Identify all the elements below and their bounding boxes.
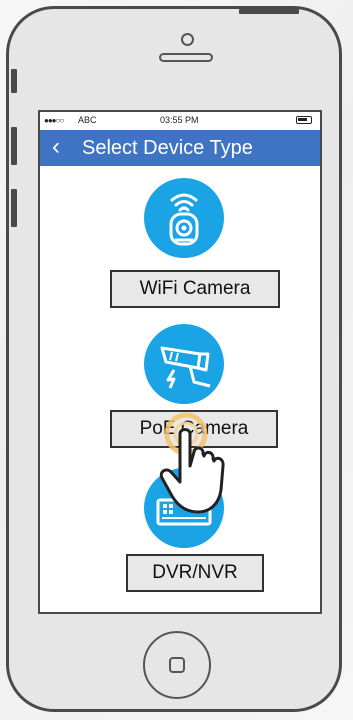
battery-icon — [296, 116, 312, 124]
front-camera — [181, 33, 194, 46]
chevron-left-icon[interactable]: ‹ — [52, 133, 60, 161]
mute-switch — [11, 69, 17, 93]
signal-strength-icon: ●●●○○ — [44, 116, 64, 125]
navigation-bar: ‹ Select Device Type — [40, 130, 320, 166]
carrier-name: ABC — [78, 115, 97, 125]
cctv-camera-icon[interactable] — [144, 324, 224, 404]
speaker-grille — [159, 53, 213, 62]
wifi-camera-icon[interactable] — [144, 178, 224, 258]
power-button — [239, 9, 299, 14]
phone-screen: ●●●○○ ABC 03:55 PM ‹ Select Device Type … — [38, 110, 322, 614]
device-label[interactable]: WiFi Camera — [110, 270, 280, 308]
home-button[interactable] — [143, 631, 211, 699]
device-label[interactable]: DVR/NVR — [126, 554, 264, 592]
page-title: Select Device Type — [82, 137, 253, 159]
status-time: 03:55 PM — [160, 115, 199, 125]
status-bar: ●●●○○ ABC 03:55 PM — [40, 112, 320, 130]
dvr-recorder-icon[interactable] — [144, 468, 224, 548]
volume-down-button — [11, 189, 17, 227]
volume-up-button — [11, 127, 17, 165]
device-label[interactable]: PoE Camera — [110, 410, 278, 448]
